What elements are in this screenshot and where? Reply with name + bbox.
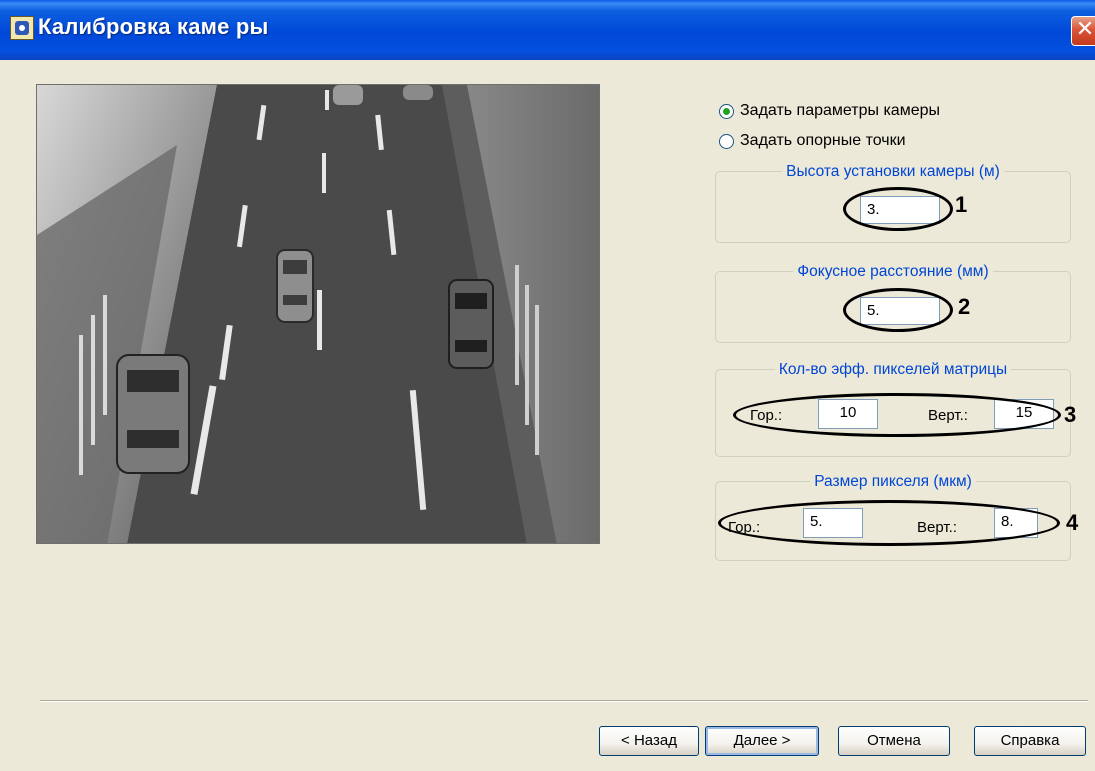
window-title: Калибровка каме ры [38,14,269,39]
matrix-vert-input[interactable]: 15 [994,399,1054,429]
calibration-window: Калибровка каме ры ✕ Задать параметры ка… [0,0,1095,771]
pixel-hor-input[interactable]: 5. [803,508,863,538]
radio-set-reference-points[interactable]: Задать опорные точки [719,129,906,153]
radio-unchecked-icon [719,133,734,149]
radio-label: Задать опорные точки [740,132,906,149]
next-button[interactable]: Далее > [705,726,819,756]
callout-number-4: 4 [1066,510,1079,535]
group-title: Высота установки камеры (м) [782,163,1004,180]
group-title: Размер пикселя (мкм) [810,473,976,490]
camera-preview [36,84,600,544]
pixel-vert-input[interactable]: 8. [994,508,1038,538]
callout-number-2: 2 [958,294,971,319]
pixel-hor-label: Гор.: [728,519,761,536]
title-bar[interactable]: Калибровка каме ры ✕ [0,0,1095,60]
camera-road-image [37,85,599,543]
close-button[interactable]: ✕ [1071,16,1095,46]
footer-divider [40,700,1088,702]
pixel-vert-label: Верт.: [917,519,957,536]
back-button[interactable]: < Назад [599,726,699,756]
camera-height-input[interactable]: 3. [860,196,940,224]
matrix-hor-input[interactable]: 10 [818,399,878,429]
callout-number-3: 3 [1064,402,1077,427]
radio-set-camera-params[interactable]: Задать параметры камеры [719,99,940,123]
callout-number-1: 1 [955,192,968,217]
radio-label: Задать параметры камеры [740,102,940,119]
cancel-button[interactable]: Отмена [838,726,950,756]
radio-checked-icon [719,103,734,119]
camera-app-icon [10,16,34,40]
group-title: Кол-во эфф. пикселей матрицы [774,361,1012,378]
matrix-hor-label: Гор.: [750,407,783,424]
focal-length-input[interactable]: 5. [860,297,940,325]
help-button[interactable]: Справка [974,726,1086,756]
matrix-vert-label: Верт.: [928,407,968,424]
group-title: Фокусное расстояние (мм) [793,263,993,280]
